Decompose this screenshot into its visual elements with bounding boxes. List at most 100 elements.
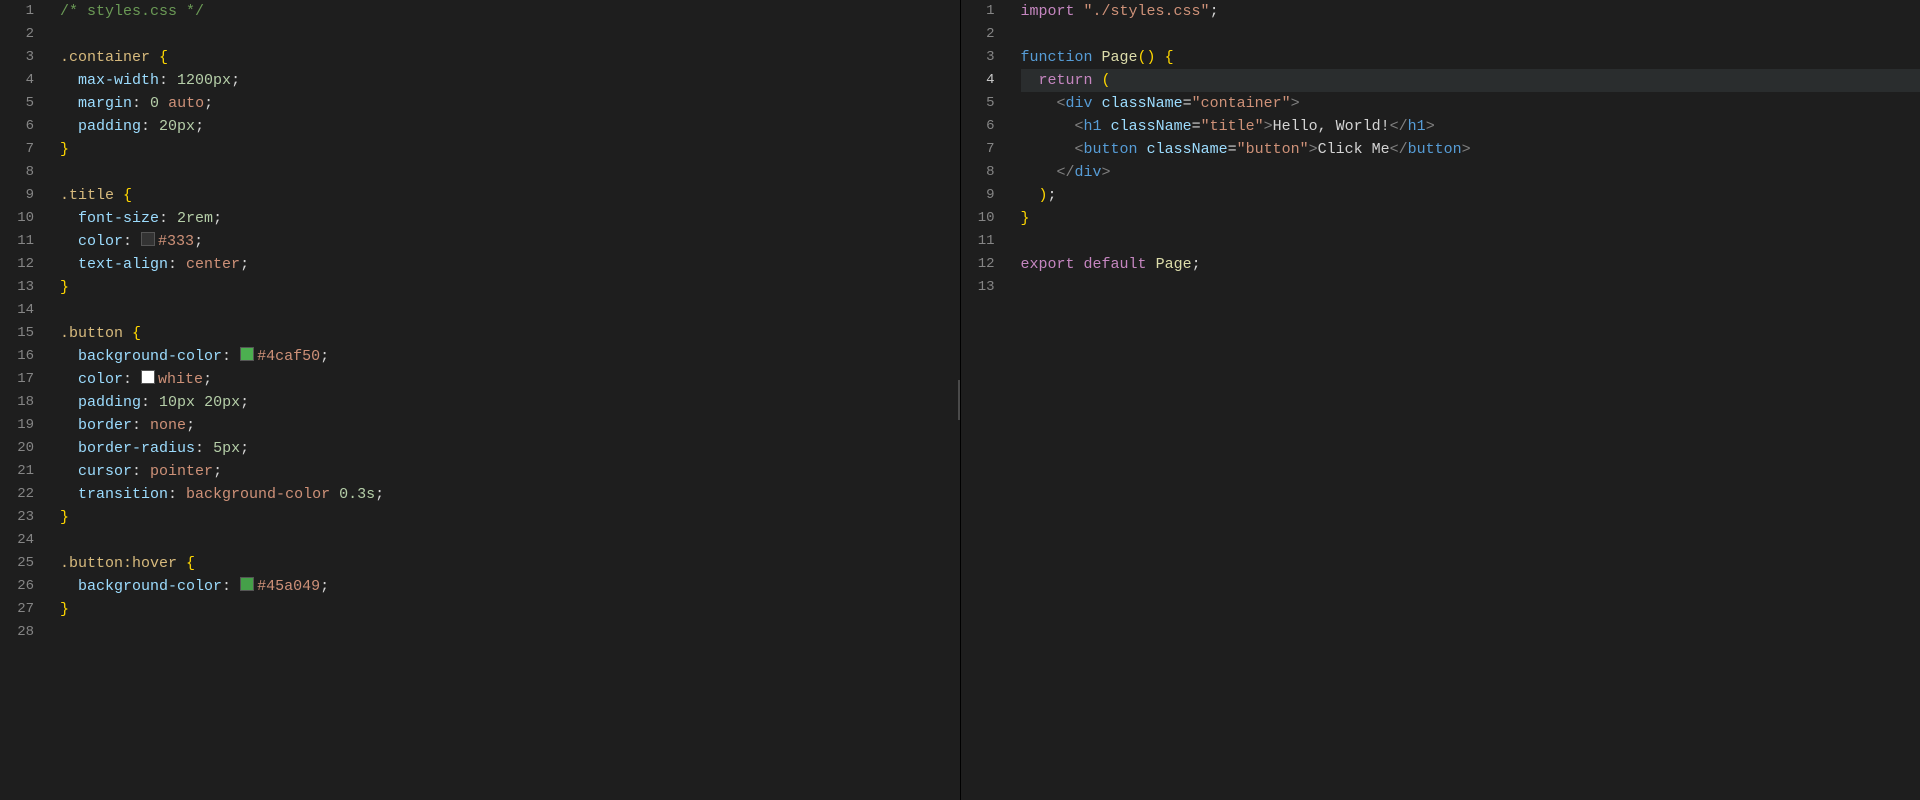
line-number[interactable]: 6 (0, 115, 48, 138)
line-number[interactable]: 21 (0, 460, 48, 483)
code-line[interactable] (1021, 230, 1920, 253)
line-number[interactable]: 1 (0, 0, 48, 23)
code-line[interactable]: color: #333; (60, 230, 960, 253)
line-number[interactable]: 26 (0, 575, 48, 598)
color-swatch-icon[interactable] (141, 370, 155, 384)
code-line[interactable]: } (1021, 207, 1920, 230)
code-line[interactable]: } (60, 598, 960, 621)
line-number[interactable]: 5 (0, 92, 48, 115)
line-number-gutter-left[interactable]: 1234567891011121314151617181920212223242… (0, 0, 48, 800)
code-line[interactable]: text-align: center; (60, 253, 960, 276)
line-number[interactable]: 2 (961, 23, 1009, 46)
line-number[interactable]: 10 (0, 207, 48, 230)
line-number[interactable]: 11 (961, 230, 1009, 253)
line-number[interactable]: 13 (961, 276, 1009, 299)
line-number[interactable]: 9 (0, 184, 48, 207)
code-line[interactable] (1021, 23, 1920, 46)
code-line[interactable]: margin: 0 auto; (60, 92, 960, 115)
code-token (1021, 95, 1057, 112)
line-number[interactable]: 5 (961, 92, 1009, 115)
line-number[interactable]: 6 (961, 115, 1009, 138)
code-line[interactable]: border-radius: 5px; (60, 437, 960, 460)
line-number[interactable]: 22 (0, 483, 48, 506)
line-number[interactable]: 2 (0, 23, 48, 46)
code-line[interactable]: export default Page; (1021, 253, 1920, 276)
line-number[interactable]: 20 (0, 437, 48, 460)
code-line[interactable] (60, 529, 960, 552)
code-line[interactable]: } (60, 276, 960, 299)
code-token: ; (320, 348, 329, 365)
line-number[interactable]: 28 (0, 621, 48, 644)
code-line[interactable]: .button { (60, 322, 960, 345)
code-line[interactable]: <button className="button">Click Me</but… (1021, 138, 1920, 161)
line-number[interactable]: 27 (0, 598, 48, 621)
code-line[interactable]: } (60, 138, 960, 161)
code-area-right[interactable]: import "./styles.css";function Page() { … (1009, 0, 1920, 800)
code-line[interactable]: padding: 20px; (60, 115, 960, 138)
line-number[interactable]: 10 (961, 207, 1009, 230)
code-token: < (1075, 118, 1084, 135)
line-number[interactable]: 12 (961, 253, 1009, 276)
code-token: padding (78, 118, 141, 135)
code-line[interactable]: background-color: #45a049; (60, 575, 960, 598)
line-number[interactable]: 3 (961, 46, 1009, 69)
line-number[interactable]: 19 (0, 414, 48, 437)
code-line[interactable]: /* styles.css */ (60, 0, 960, 23)
line-number[interactable]: 18 (0, 391, 48, 414)
line-number[interactable]: 14 (0, 299, 48, 322)
line-number[interactable]: 12 (0, 253, 48, 276)
line-number[interactable]: 13 (0, 276, 48, 299)
code-line[interactable]: <h1 className="title">Hello, World!</h1> (1021, 115, 1920, 138)
code-token: { (186, 555, 195, 572)
line-number[interactable]: 16 (0, 345, 48, 368)
color-swatch-icon[interactable] (240, 577, 254, 591)
code-line[interactable]: transition: background-color 0.3s; (60, 483, 960, 506)
code-line[interactable] (1021, 276, 1920, 299)
line-number[interactable]: 3 (0, 46, 48, 69)
code-line[interactable] (60, 161, 960, 184)
line-number[interactable]: 7 (961, 138, 1009, 161)
code-line[interactable] (60, 23, 960, 46)
editor-pane-left[interactable]: 1234567891011121314151617181920212223242… (0, 0, 961, 800)
color-swatch-icon[interactable] (141, 232, 155, 246)
code-line[interactable] (60, 621, 960, 644)
code-line[interactable]: import "./styles.css"; (1021, 0, 1920, 23)
code-line[interactable]: background-color: #4caf50; (60, 345, 960, 368)
code-line[interactable]: <div className="container"> (1021, 92, 1920, 115)
line-number[interactable]: 17 (0, 368, 48, 391)
color-swatch-icon[interactable] (240, 347, 254, 361)
code-line[interactable]: .button:hover { (60, 552, 960, 575)
code-line[interactable]: cursor: pointer; (60, 460, 960, 483)
line-number[interactable]: 24 (0, 529, 48, 552)
line-number[interactable]: 4 (0, 69, 48, 92)
code-line[interactable]: .container { (60, 46, 960, 69)
code-line[interactable]: } (60, 506, 960, 529)
code-line[interactable]: ); (1021, 184, 1920, 207)
editor-pane-right[interactable]: 12345678910111213 import "./styles.css";… (961, 0, 1920, 800)
line-number[interactable]: 11 (0, 230, 48, 253)
line-number[interactable]: 25 (0, 552, 48, 575)
code-line[interactable]: color: white; (60, 368, 960, 391)
code-line[interactable]: function Page() { (1021, 46, 1920, 69)
code-token: className (1111, 118, 1192, 135)
line-number[interactable]: 4 (961, 69, 1009, 92)
code-line[interactable]: max-width: 1200px; (60, 69, 960, 92)
line-number-gutter-right[interactable]: 12345678910111213 (961, 0, 1009, 800)
line-number[interactable]: 7 (0, 138, 48, 161)
line-number[interactable]: 9 (961, 184, 1009, 207)
code-line[interactable]: padding: 10px 20px; (60, 391, 960, 414)
code-area-left[interactable]: /* styles.css */ .container { max-width: … (48, 0, 960, 800)
code-line[interactable]: </div> (1021, 161, 1920, 184)
line-number[interactable]: 23 (0, 506, 48, 529)
line-number[interactable]: 8 (0, 161, 48, 184)
line-number[interactable]: 8 (961, 161, 1009, 184)
code-line[interactable]: return ( (1021, 69, 1920, 92)
code-token (1102, 118, 1111, 135)
line-number[interactable]: 15 (0, 322, 48, 345)
line-number[interactable]: 1 (961, 0, 1009, 23)
code-token: 2rem (177, 210, 213, 227)
code-line[interactable]: font-size: 2rem; (60, 207, 960, 230)
code-line[interactable] (60, 299, 960, 322)
code-line[interactable]: .title { (60, 184, 960, 207)
code-line[interactable]: border: none; (60, 414, 960, 437)
